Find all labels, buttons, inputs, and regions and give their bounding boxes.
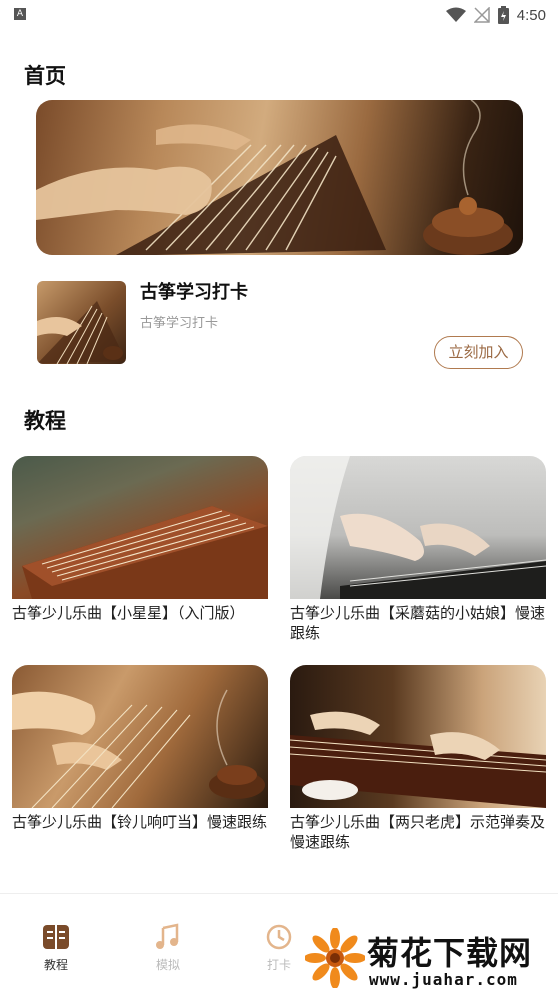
watermark: 菊花下载网 www.juahar.com — [305, 928, 555, 990]
tutorial-title: 古筝少儿乐曲【铃儿响叮当】慢速跟练 — [12, 813, 268, 831]
tutorial-title: 古筝少儿乐曲【两只老虎】示范弹奏及慢速跟练 — [290, 813, 546, 851]
music-note-icon — [156, 923, 179, 949]
tutorial-thumbnail — [12, 456, 268, 599]
tutorial-thumbnail — [12, 665, 268, 808]
status-icons: 4:50 — [445, 5, 546, 25]
watermark-brand: 菊花下载网 — [367, 934, 533, 972]
nav-label: 打卡 — [266, 958, 291, 972]
tutorial-card[interactable]: 古筝少儿乐曲【铃儿响叮当】慢速跟练 — [12, 665, 268, 832]
tutorial-title: 古筝少儿乐曲【采蘑菇的小姑娘】慢速跟练 — [290, 604, 546, 642]
tutorial-thumbnail — [290, 456, 546, 599]
nav-item-simulate[interactable]: 模拟 — [138, 922, 198, 973]
checkin-subtitle: 古筝学习打卡 — [140, 316, 219, 331]
tutorial-thumbnail — [290, 665, 546, 808]
tutorials-title: 教程 — [24, 409, 66, 433]
hero-banner[interactable] — [36, 100, 523, 255]
clock-icon — [266, 924, 292, 950]
tutorial-card[interactable]: 古筝少儿乐曲【小星星】（入门版） — [12, 456, 268, 623]
book-icon — [43, 925, 69, 949]
nav-item-checkin[interactable]: 打卡 — [249, 922, 309, 973]
clock-time: 4:50 — [516, 6, 546, 24]
checkin-thumbnail[interactable] — [37, 281, 126, 364]
battery-icon — [497, 6, 509, 24]
join-button[interactable]: 立刻加入 — [434, 336, 523, 369]
nav-item-tutorials[interactable]: 教程 — [26, 922, 86, 973]
tutorial-card[interactable]: 古筝少儿乐曲【采蘑菇的小姑娘】慢速跟练 — [290, 456, 546, 643]
watermark-url: www.juahar.com — [369, 970, 518, 989]
checkin-title: 古筝学习打卡 — [140, 282, 248, 303]
chrysanthemum-logo — [305, 928, 365, 988]
wifi-icon — [445, 7, 466, 22]
nav-label: 教程 — [43, 958, 68, 972]
hero-image — [36, 100, 513, 255]
notification-icon: A — [14, 8, 26, 20]
home-title: 首页 — [24, 64, 66, 88]
no-signal-icon — [473, 7, 490, 23]
nav-label: 模拟 — [155, 958, 180, 972]
checkin-image — [37, 301, 126, 364]
status-bar: A 4:50 — [0, 0, 558, 30]
tutorial-card[interactable]: 古筝少儿乐曲【两只老虎】示范弹奏及慢速跟练 — [290, 665, 546, 852]
tutorial-title: 古筝少儿乐曲【小星星】（入门版） — [12, 604, 245, 622]
